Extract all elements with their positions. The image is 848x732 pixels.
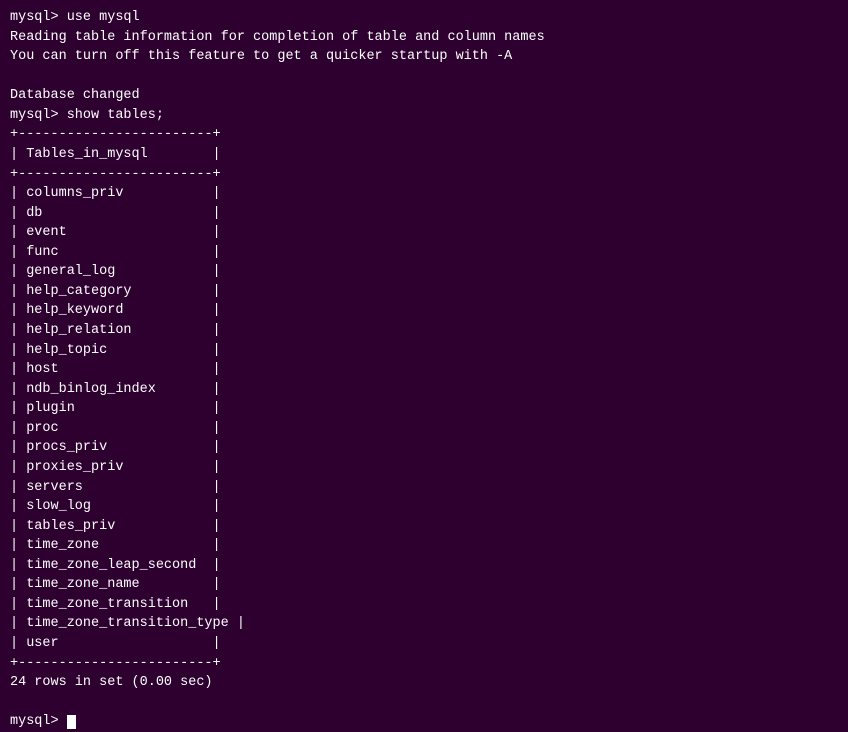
row-tables-priv: | tables_priv |	[10, 517, 838, 537]
prompt-final: mysql>	[10, 712, 838, 732]
cursor	[67, 715, 76, 729]
row-servers: | servers |	[10, 478, 838, 498]
row-func: | func |	[10, 243, 838, 263]
terminal-window[interactable]: mysql> use mysql Reading table informati…	[0, 0, 848, 562]
row-help-relation: | help_relation |	[10, 321, 838, 341]
row-slow-log: | slow_log |	[10, 497, 838, 517]
row-proc: | proc |	[10, 419, 838, 439]
prompt-2: mysql> show tables;	[10, 108, 164, 123]
row-columns-priv: | columns_priv |	[10, 184, 838, 204]
row-help-topic: | help_topic |	[10, 341, 838, 361]
row-host: | host |	[10, 360, 838, 380]
result-count: 24 rows in set (0.00 sec)	[10, 673, 838, 693]
empty-1	[10, 67, 838, 87]
line-1: mysql> use mysql	[10, 8, 838, 28]
row-general-log: | general_log |	[10, 262, 838, 282]
row-time-zone-transition-type: | time_zone_transition_type |	[10, 614, 838, 634]
header-row: | Tables_in_mysql |	[10, 145, 838, 165]
row-proxies-priv: | proxies_priv |	[10, 458, 838, 478]
row-time-zone-leap-second: | time_zone_leap_second |	[10, 556, 838, 576]
line-4: Database changed	[10, 86, 838, 106]
row-event: | event |	[10, 223, 838, 243]
row-time-zone-transition: | time_zone_transition |	[10, 595, 838, 615]
row-time-zone: | time_zone |	[10, 536, 838, 556]
row-ndb-binlog-index: | ndb_binlog_index |	[10, 380, 838, 400]
row-help-category: | help_category |	[10, 282, 838, 302]
row-help-keyword: | help_keyword |	[10, 301, 838, 321]
row-procs-priv: | procs_priv |	[10, 438, 838, 458]
sep-mid: +------------------------+	[10, 165, 838, 185]
sep-bottom: +------------------------+	[10, 654, 838, 674]
row-time-zone-name: | time_zone_name |	[10, 575, 838, 595]
row-db: | db |	[10, 204, 838, 224]
line-5: mysql> show tables;	[10, 106, 838, 126]
prompt-3: mysql>	[10, 714, 67, 729]
line-3: You can turn off this feature to get a q…	[10, 47, 838, 67]
row-plugin: | plugin |	[10, 399, 838, 419]
row-user: | user |	[10, 634, 838, 654]
empty-2	[10, 693, 838, 713]
prompt-1: mysql> use mysql	[10, 10, 140, 25]
line-2: Reading table information for completion…	[10, 28, 838, 48]
sep-top: +------------------------+	[10, 125, 838, 145]
